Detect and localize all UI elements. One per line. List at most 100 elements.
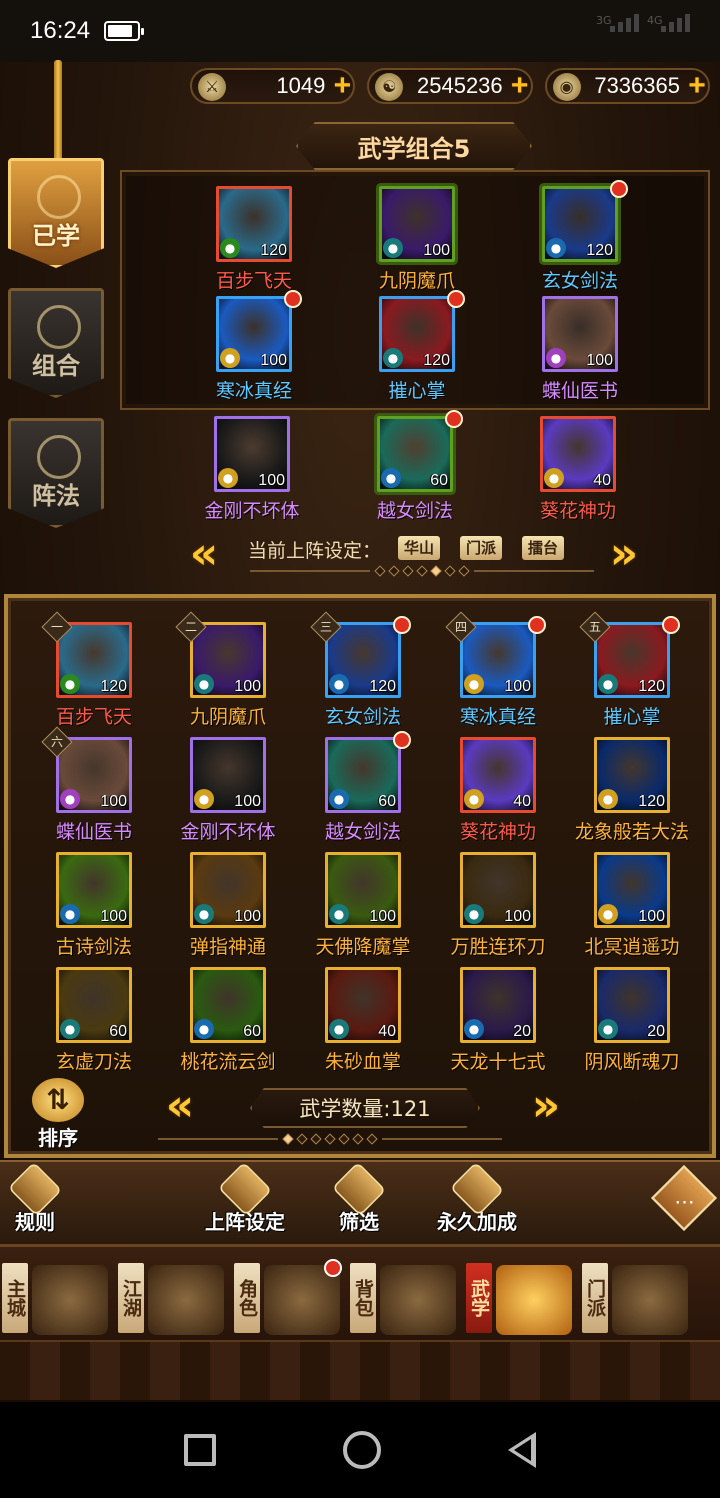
skill-item[interactable]: ● 120 五摧心掌 bbox=[579, 611, 682, 742]
skill-item[interactable]: ● 20 阴风断魂刀 bbox=[582, 967, 682, 1087]
nav-label: 武学 bbox=[466, 1263, 492, 1333]
add-sword-token-button[interactable]: + bbox=[329, 71, 355, 101]
skill-frame: ● 100 bbox=[594, 852, 670, 928]
skill-level: 100 bbox=[504, 678, 531, 695]
add-yin-yang-coin-button[interactable]: + bbox=[507, 71, 533, 101]
rank-number: 二 bbox=[184, 620, 197, 634]
back-icon[interactable] bbox=[508, 1432, 537, 1468]
skill-item[interactable]: ● 100 万胜连环刀 bbox=[448, 852, 548, 972]
skill-level: 120 bbox=[638, 793, 665, 810]
skill-item[interactable]: ● 120 龙象般若大法 bbox=[575, 737, 689, 857]
skill-item[interactable]: ● 60 越女剑法 bbox=[365, 410, 465, 536]
sort-button[interactable]: ⇅ 排序 bbox=[26, 1078, 90, 1150]
element-badge-icon: ● bbox=[383, 238, 403, 258]
nav-item[interactable]: 主城 bbox=[0, 1257, 116, 1353]
nav-item[interactable]: 江湖 bbox=[112, 1257, 232, 1353]
skill-item[interactable]: ● 60 越女剑法 bbox=[313, 731, 413, 857]
skill-item[interactable]: ● 100 二九阴魔爪 bbox=[175, 611, 278, 742]
recent-apps-icon[interactable] bbox=[183, 1434, 216, 1466]
sort-arrows-icon: ⇅ bbox=[32, 1078, 84, 1122]
side-tabs: 已学 组合 阵法 bbox=[8, 60, 106, 540]
skill-item[interactable]: ● 120 一百步飞天 bbox=[41, 611, 144, 742]
skill-item[interactable]: ● 100 天佛降魔掌 bbox=[313, 852, 413, 972]
skill-level: 60 bbox=[109, 1023, 127, 1040]
skill-frame: ● 40 bbox=[460, 737, 536, 813]
skill-item[interactable]: ● 100 九阴魔爪 bbox=[367, 186, 467, 306]
element-badge-icon: ● bbox=[381, 468, 401, 488]
skill-item[interactable]: ● 120 百步飞天 bbox=[204, 186, 304, 306]
skill-item[interactable]: ● 120 三玄女剑法 bbox=[310, 611, 413, 742]
rules-button[interactable]: 规则 bbox=[0, 1161, 90, 1242]
skill-item[interactable]: ● 40 葵花神功 bbox=[448, 737, 548, 857]
nav-item[interactable]: 背包 bbox=[344, 1257, 464, 1353]
filter-button[interactable]: 筛选 bbox=[304, 1161, 414, 1242]
skill-frame: ● 60 bbox=[325, 737, 401, 813]
resource-sword-token[interactable]: ⚔ 1049 + bbox=[190, 68, 356, 104]
tab-combo[interactable]: 组合 bbox=[8, 288, 104, 398]
skill-name: 古诗剑法 bbox=[55, 936, 132, 958]
next-lineup-arrow-icon[interactable]: » bbox=[602, 532, 646, 576]
prev-page-arrow-icon[interactable]: « bbox=[158, 1084, 202, 1128]
skill-name: 北冥逍遥功 bbox=[584, 936, 680, 958]
skill-item[interactable]: ● 120 玄女剑法 bbox=[530, 180, 630, 306]
nav-item[interactable]: 武学 bbox=[460, 1257, 580, 1353]
skill-item[interactable]: ● 20 天龙十七式 bbox=[448, 967, 548, 1087]
skill-name: 葵花神功 bbox=[459, 821, 536, 843]
nav-illustration-icon bbox=[380, 1265, 456, 1335]
lineup-settings-button[interactable]: 上阵设定 bbox=[190, 1161, 300, 1242]
chat-button[interactable]: … bbox=[650, 1164, 718, 1232]
notification-dot-icon bbox=[447, 290, 465, 308]
element-badge-icon: ● bbox=[544, 468, 564, 488]
skill-level: 100 bbox=[100, 908, 127, 925]
skill-frame: ● 120 bbox=[594, 737, 670, 813]
skill-item[interactable]: ● 100 金刚不坏体 bbox=[178, 737, 278, 857]
element-badge-icon: ● bbox=[464, 1019, 484, 1039]
nav-illustration-icon bbox=[148, 1265, 224, 1335]
nav-illustration-icon bbox=[496, 1265, 572, 1335]
rank-number: 五 bbox=[588, 620, 601, 634]
skill-item[interactable]: ● 100 古诗剑法 bbox=[44, 852, 144, 972]
nav-item[interactable]: 角色 bbox=[228, 1257, 348, 1353]
status-bar: 16:24 3G 4G bbox=[0, 0, 720, 62]
skill-item[interactable]: ● 100 四寒冰真经 bbox=[445, 611, 548, 742]
skill-item[interactable]: ● 100 弹指神通 bbox=[178, 852, 278, 972]
battery-icon bbox=[104, 21, 145, 41]
add-silver-coin-button[interactable]: + bbox=[684, 71, 710, 101]
home-icon[interactable] bbox=[342, 1431, 381, 1469]
skill-frame: ● 100 bbox=[190, 737, 266, 813]
resource-yin-yang-coin[interactable]: ☯ 2545236 + bbox=[367, 68, 533, 104]
next-page-arrow-icon[interactable]: » bbox=[524, 1084, 568, 1128]
nav-item[interactable]: 门派 bbox=[576, 1257, 696, 1353]
skill-item[interactable]: ● 100 寒冰真经 bbox=[204, 290, 304, 416]
element-badge-icon: ● bbox=[194, 1019, 214, 1039]
skill-item[interactable]: ● 100 蝶仙医书 bbox=[530, 296, 630, 416]
skill-item[interactable]: ● 60 桃花流云剑 bbox=[178, 967, 278, 1087]
skill-item[interactable]: ● 40 朱砂血掌 bbox=[313, 967, 413, 1087]
skill-level: 120 bbox=[260, 242, 287, 259]
skill-name: 天龙十七式 bbox=[450, 1051, 546, 1073]
skill-frame: ● 100 bbox=[460, 852, 536, 928]
skill-item[interactable]: ● 60 玄虚刀法 bbox=[44, 967, 144, 1087]
skill-name: 朱砂血掌 bbox=[324, 1051, 401, 1073]
rank-number: 三 bbox=[319, 620, 332, 634]
skill-item[interactable]: ● 100 六蝶仙医书 bbox=[41, 726, 144, 857]
skill-name: 九阴魔爪 bbox=[189, 706, 266, 728]
permanent-bonus-button[interactable]: 永久加成 bbox=[422, 1161, 532, 1242]
skill-level: 120 bbox=[100, 678, 127, 695]
element-badge-icon: ● bbox=[194, 674, 214, 694]
skill-item[interactable]: ● 100 金刚不坏体 bbox=[202, 416, 302, 536]
nav-label: 江湖 bbox=[118, 1263, 144, 1333]
skill-item[interactable]: ● 100 北冥逍遥功 bbox=[582, 852, 682, 972]
nav-illustration-icon bbox=[612, 1265, 688, 1335]
nav-label: 背包 bbox=[350, 1263, 376, 1333]
resource-silver-coin[interactable]: ◉ 7336365 + bbox=[544, 68, 710, 104]
prev-lineup-arrow-icon[interactable]: « bbox=[182, 532, 226, 576]
tab-formation[interactable]: 阵法 bbox=[8, 418, 104, 528]
tab-learned[interactable]: 已学 bbox=[8, 158, 104, 268]
element-badge-icon: ● bbox=[60, 674, 80, 694]
element-badge-icon: ● bbox=[220, 238, 240, 258]
skill-item[interactable]: ● 120 摧心掌 bbox=[367, 290, 467, 416]
skill-item[interactable]: ● 40 葵花神功 bbox=[528, 416, 628, 536]
lineup-tag-sect: 门派 bbox=[460, 536, 503, 560]
element-badge-icon: ● bbox=[546, 238, 566, 258]
